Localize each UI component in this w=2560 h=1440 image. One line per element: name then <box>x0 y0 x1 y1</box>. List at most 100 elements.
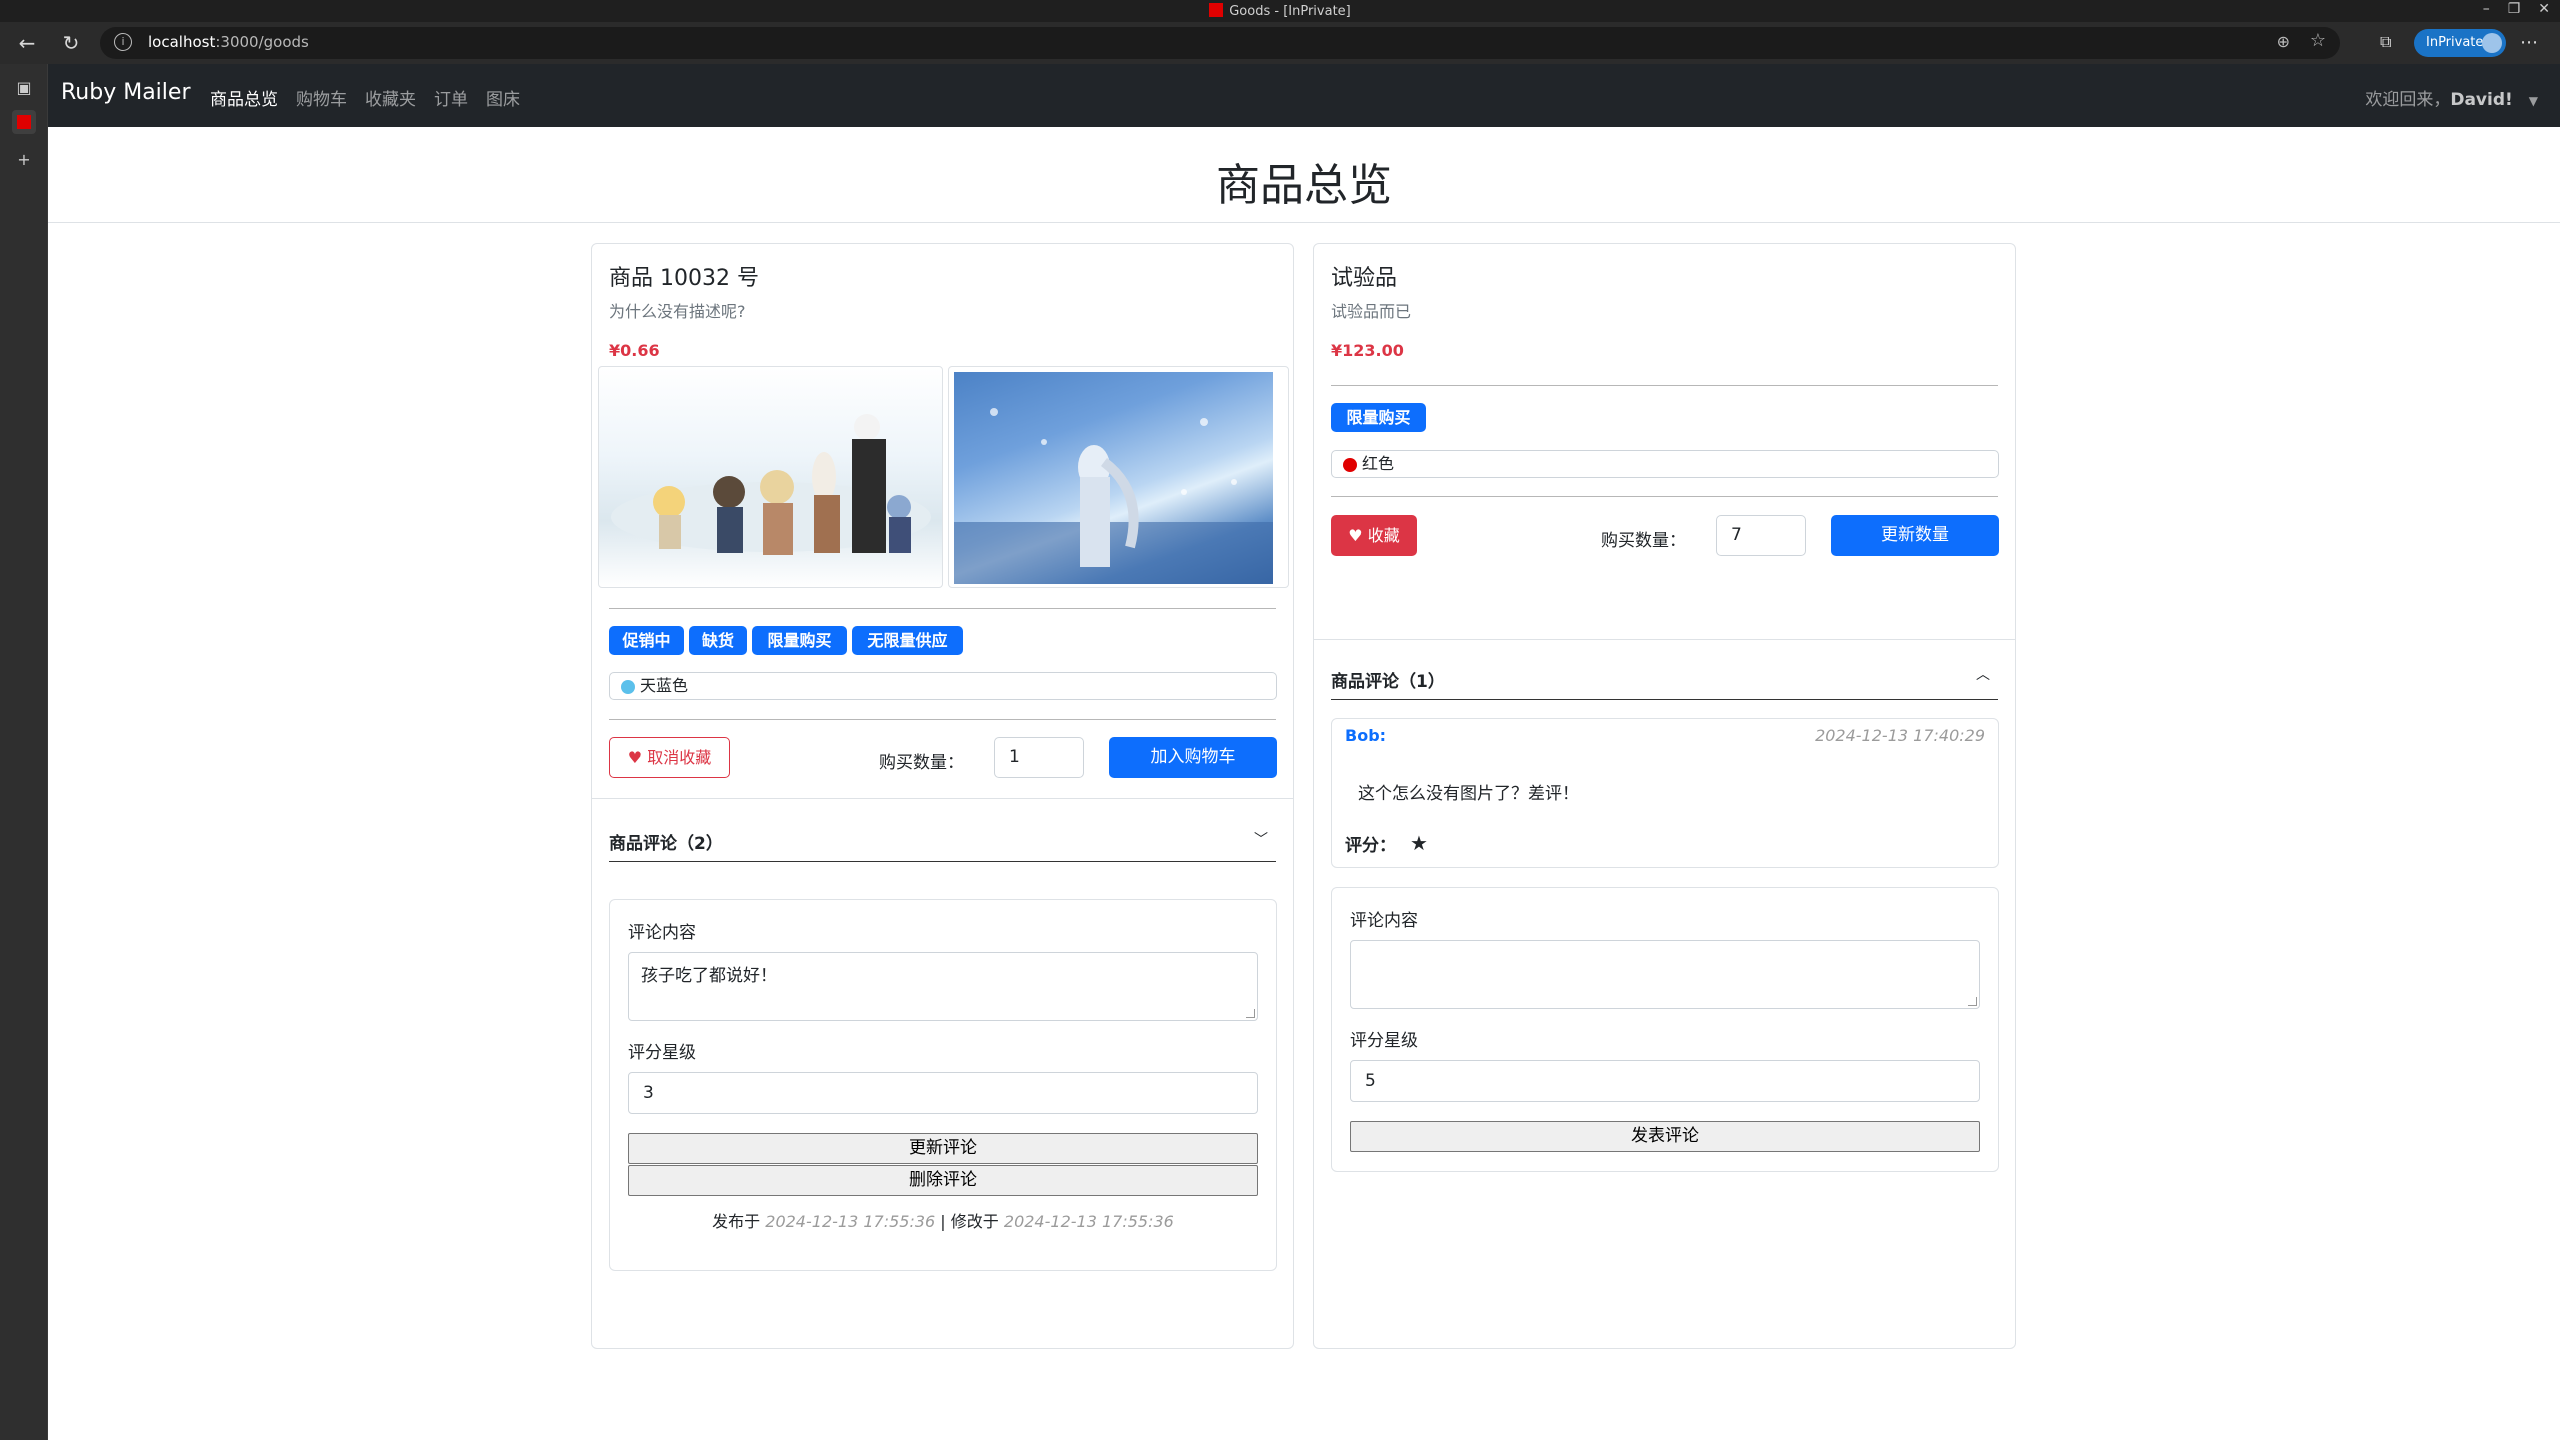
new-tab-icon[interactable]: + <box>12 148 36 172</box>
divider <box>592 798 1293 799</box>
window-title: Goods - [InPrivate] <box>0 3 2560 19</box>
review-form: 评论内容 评分星级 5 发表评论 <box>1331 887 1999 1172</box>
review-score-input[interactable]: 3 <box>628 1072 1258 1114</box>
tag-badge: 促销中 <box>609 626 684 655</box>
heart-icon: ♥ <box>1348 526 1363 545</box>
url-path: :3000/goods <box>215 33 309 51</box>
tab-actions-icon[interactable]: ▣ <box>12 76 36 100</box>
chevron-down-icon: ▼ <box>2528 94 2538 108</box>
address-bar: ← ↻ i localhost:3000/goods ⊕ ☆ ⧉ InPriva… <box>0 22 2560 64</box>
extensions-icon[interactable]: ⧉ <box>2380 32 2391 52</box>
more-menu-icon[interactable]: ⋯ <box>2520 32 2538 53</box>
review-text: 这个怎么没有图片了？差评！ <box>1358 784 1579 804</box>
delete-review-button[interactable]: 删除评论 <box>628 1165 1258 1196</box>
update-review-button[interactable]: 更新评论 <box>628 1133 1258 1164</box>
review-score-label: 评分星级 <box>628 1043 696 1063</box>
color-dot-icon <box>621 680 635 694</box>
color-option[interactable]: 天蓝色 <box>609 672 1277 700</box>
review-score-input[interactable]: 5 <box>1350 1060 1980 1102</box>
review-score-label: 评分星级 <box>1350 1031 1418 1051</box>
favorite-button[interactable]: ♥ 收藏 <box>1331 515 1417 556</box>
heart-icon: ♥ <box>627 748 643 767</box>
page: Ruby Mailer 商品总览 购物车 收藏夹 订单 图床 欢迎回来，Davi… <box>48 64 2560 1440</box>
inprivate-label: InPrivate <box>2426 35 2484 50</box>
navbar: Ruby Mailer 商品总览 购物车 收藏夹 订单 图床 欢迎回来，Davi… <box>48 64 2560 127</box>
review-content-label: 评论内容 <box>628 923 696 943</box>
color-option-label: 红色 <box>1362 454 1395 473</box>
divider <box>609 719 1276 720</box>
goods-card: 商品 10032 号 为什么没有描述呢? ¥0.66 促销中 缺货 限量购买 无… <box>591 243 1294 1349</box>
update-quantity-button[interactable]: 更新数量 <box>1831 515 1999 556</box>
minimize-icon[interactable]: – <box>2483 1 2490 17</box>
divider <box>1331 699 1998 700</box>
goods-image-art <box>611 414 931 555</box>
review-author: Bob: <box>1345 726 1387 745</box>
reviews-toggle[interactable]: 商品评论（2） <box>609 829 723 854</box>
favorite-button-label: 收藏 <box>1367 526 1400 545</box>
posted-label: 发布于 <box>712 1212 761 1231</box>
divider <box>609 608 1276 609</box>
unfavorite-button[interactable]: ♥ 取消收藏 <box>609 737 730 778</box>
review-content-textarea[interactable] <box>1350 940 1980 1009</box>
zoom-icon[interactable]: ⊕ <box>2277 32 2290 51</box>
nav-link-image-host[interactable]: 图床 <box>486 85 520 110</box>
nav-link-cart[interactable]: 购物车 <box>296 85 347 110</box>
submit-review-button[interactable]: 发表评论 <box>1350 1121 1980 1152</box>
url-field[interactable]: i localhost:3000/goods ⊕ ☆ <box>100 27 2340 59</box>
review-content-textarea[interactable]: 孩子吃了都说好！ <box>628 952 1258 1021</box>
star-icon: ★ <box>1410 831 1428 855</box>
unfavorite-button-label: 取消收藏 <box>647 748 712 767</box>
chevron-up-icon[interactable]: ︿ <box>1976 664 1990 684</box>
review-form: 评论内容 孩子吃了都说好！ 评分星级 3 更新评论 删除评论 发布于 2024-… <box>609 899 1277 1271</box>
reviews-toggle[interactable]: 商品评论（1） <box>1331 667 1445 692</box>
posted-time: 2024-12-13 17:55:36 <box>765 1212 936 1231</box>
inprivate-badge[interactable]: InPrivate <box>2414 29 2506 57</box>
nav-link-goods[interactable]: 商品总览 <box>210 85 278 110</box>
modified-label: 修改于 <box>950 1212 999 1231</box>
welcome-user: David! <box>2450 90 2513 110</box>
url-host: localhost <box>148 33 216 51</box>
nav-link-orders[interactable]: 订单 <box>434 85 468 110</box>
goods-description: 试验品而已 <box>1331 302 1412 321</box>
color-dot-icon <box>1343 458 1357 472</box>
goods-image <box>954 372 1273 584</box>
quantity-label: 购买数量： <box>879 753 964 773</box>
site-info-icon[interactable]: i <box>114 33 132 51</box>
color-option[interactable]: 红色 <box>1331 450 1999 478</box>
window-titlebar: Goods - [InPrivate] – ❐ ✕ <box>0 0 2560 22</box>
tab-favicon-icon <box>17 115 31 129</box>
close-icon[interactable]: ✕ <box>2538 1 2550 17</box>
add-to-cart-button[interactable]: 加入购物车 <box>1109 737 1277 778</box>
divider <box>1331 496 1998 497</box>
quantity-input[interactable]: 7 <box>1716 515 1806 556</box>
brand-link[interactable]: Ruby Mailer <box>61 80 191 105</box>
welcome-text: 欢迎回来， <box>2365 90 2451 110</box>
divider <box>1331 385 1998 386</box>
nav-link-favorites[interactable]: 收藏夹 <box>365 85 416 110</box>
modified-time: 2024-12-13 17:55:36 <box>1003 1212 1174 1231</box>
goods-name: 商品 10032 号 <box>609 266 759 291</box>
review-time: 2024-12-13 17:40:29 <box>1815 726 1985 745</box>
tag-badge: 限量购买 <box>752 626 847 655</box>
back-icon[interactable]: ← <box>14 30 40 56</box>
user-menu[interactable]: 欢迎回来，David! ▼ <box>2365 85 2538 110</box>
profile-avatar <box>2482 33 2502 53</box>
divider <box>609 861 1276 862</box>
quantity-input[interactable]: 1 <box>994 737 1084 778</box>
refresh-icon[interactable]: ↻ <box>58 30 84 56</box>
goods-image-frame[interactable] <box>948 366 1289 588</box>
tag-badge: 限量购买 <box>1331 403 1426 432</box>
separator: | <box>940 1212 946 1231</box>
favorite-star-icon[interactable]: ☆ <box>2310 30 2326 51</box>
chevron-down-icon[interactable]: ﹀ <box>1254 829 1268 849</box>
goods-name: 试验品 <box>1331 266 1398 291</box>
review-score-label: 评分： <box>1345 836 1396 856</box>
goods-image[interactable] <box>598 366 943 588</box>
maximize-icon[interactable]: ❐ <box>2508 1 2521 17</box>
tab-favicon-icon <box>1209 3 1224 17</box>
vertical-tab-goods[interactable] <box>12 110 36 134</box>
goods-image-art <box>954 408 1273 584</box>
quantity-label: 购买数量： <box>1601 531 1686 551</box>
nav-links: 商品总览 购物车 收藏夹 订单 图床 <box>210 85 520 110</box>
review-item: Bob: 2024-12-13 17:40:29 这个怎么没有图片了？差评！ 评… <box>1331 718 1999 868</box>
